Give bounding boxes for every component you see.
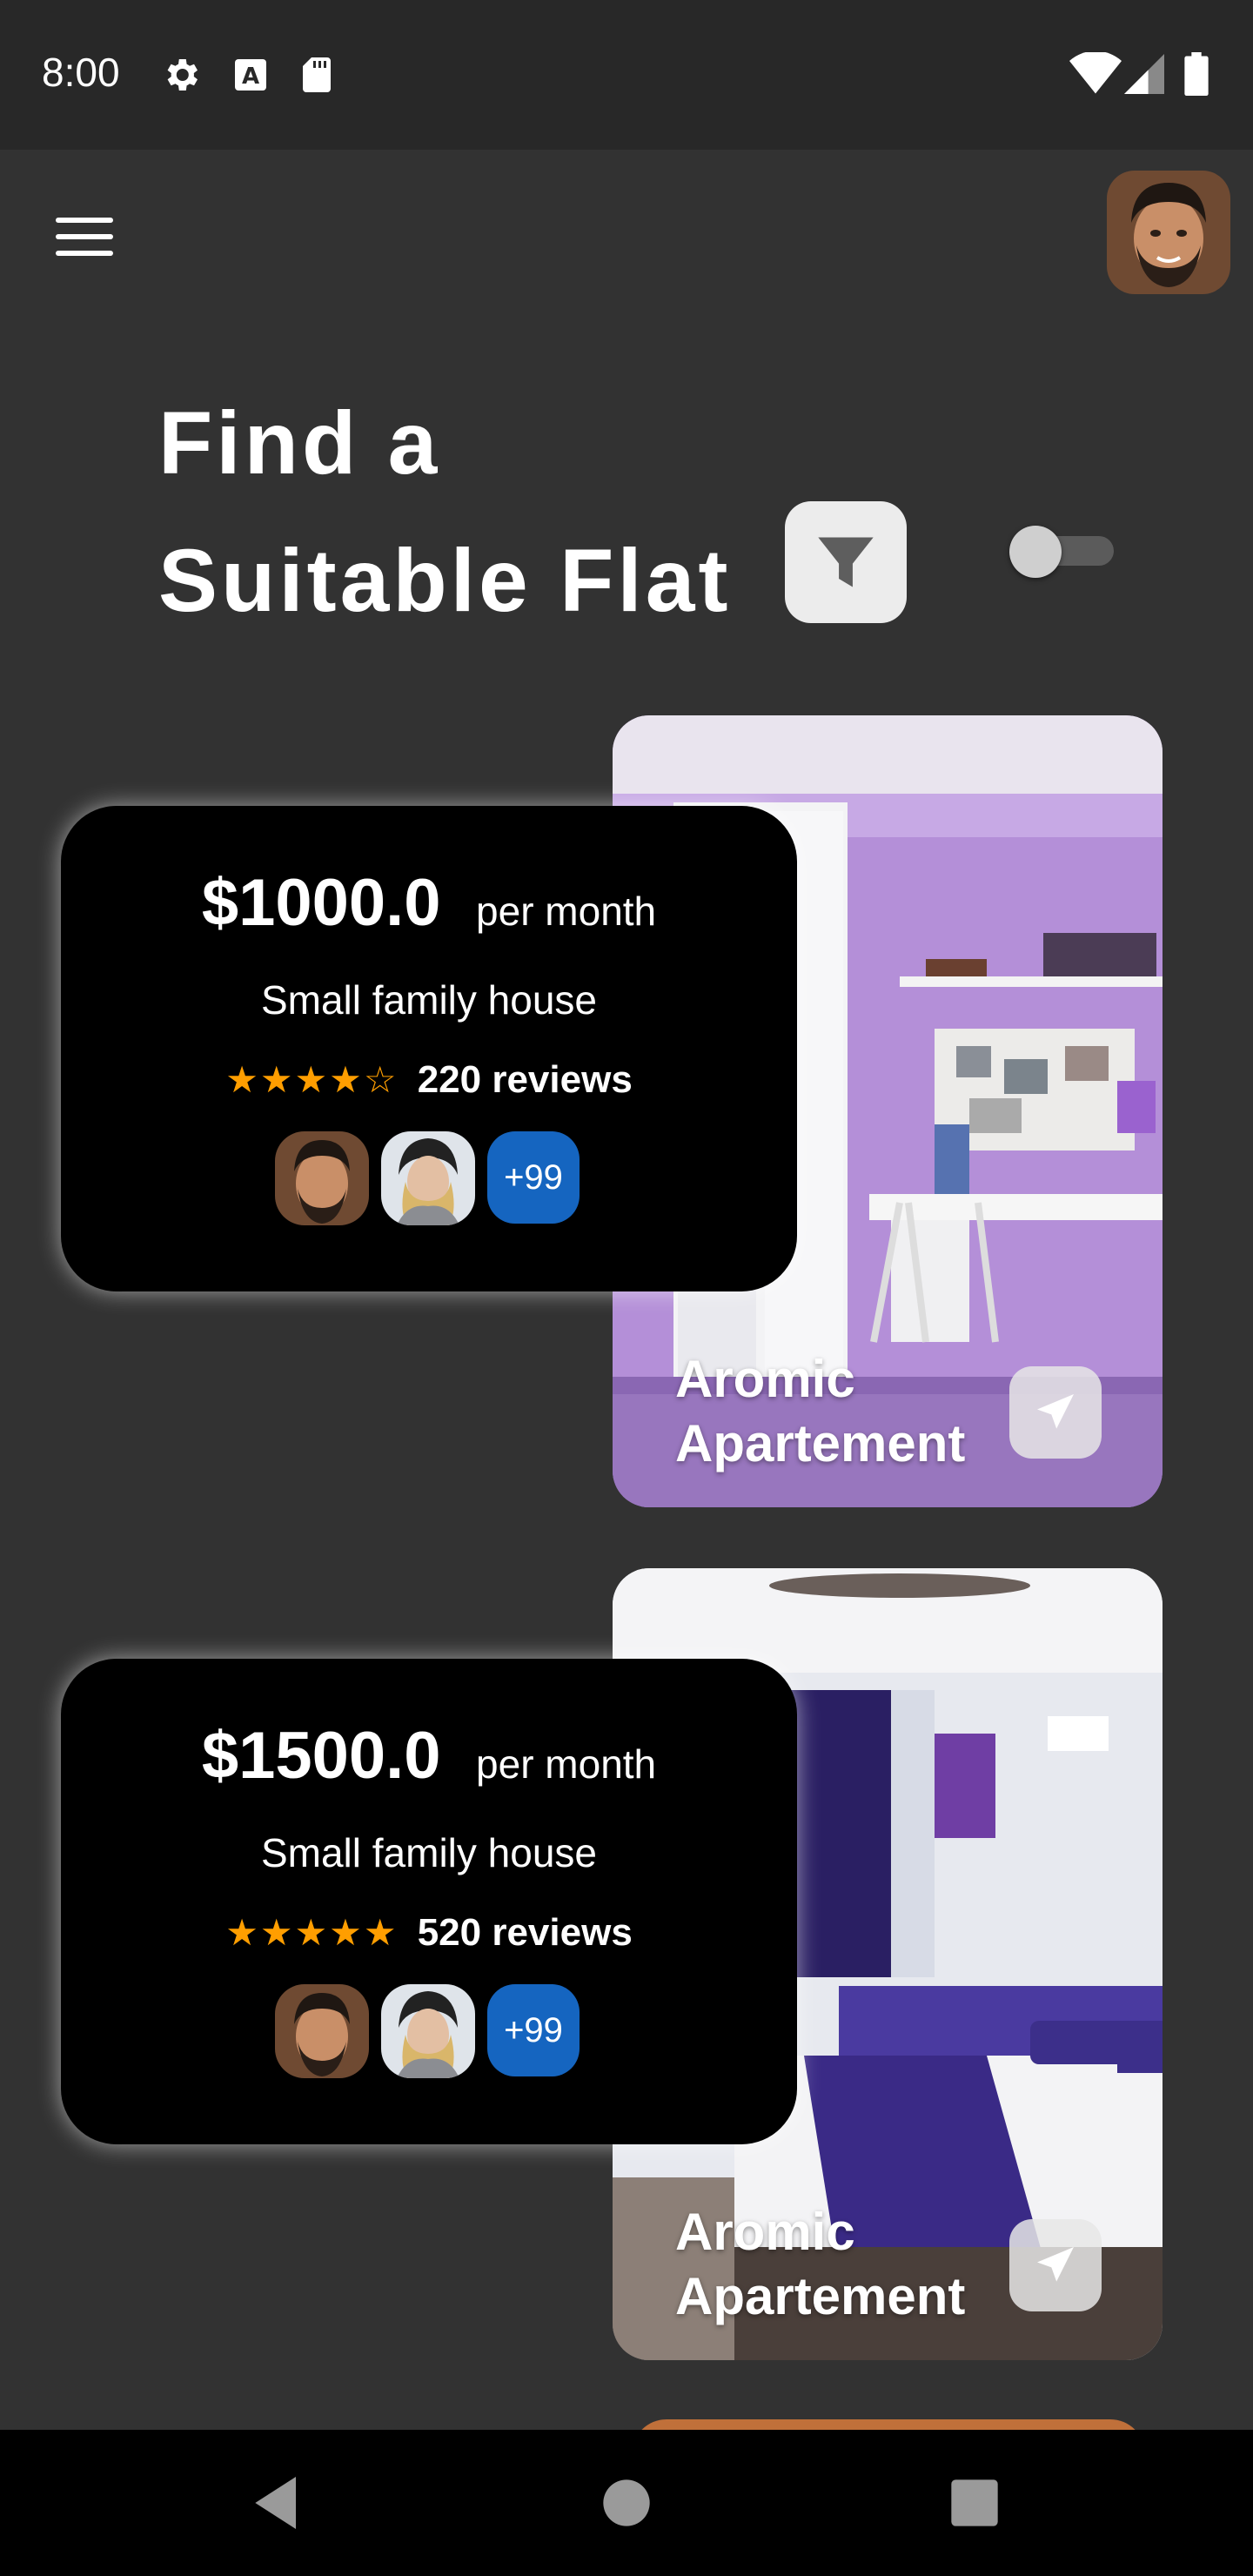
house-type: Small family house — [260, 977, 598, 1023]
home-icon[interactable] — [592, 2468, 661, 2538]
reviewer-avatar — [275, 1131, 369, 1225]
profile-avatar[interactable] — [1107, 171, 1230, 294]
reviewer-avatar — [381, 1984, 475, 2078]
star-rating: ★★★★★ — [225, 1912, 399, 1953]
wifi-icon — [1069, 52, 1122, 94]
listing-name: Aromic Apartement — [675, 1350, 966, 1472]
theme-toggle[interactable] — [1009, 526, 1119, 578]
system-nav-bar — [0, 2430, 1253, 2576]
font-a-icon: A — [235, 59, 266, 91]
filter-button[interactable] — [785, 501, 907, 623]
price: $1500.0 — [201, 1719, 441, 1793]
price-card[interactable]: $1000.0 per month Small family house ★★★… — [61, 806, 797, 1291]
toggle-thumb — [1009, 526, 1062, 578]
reviewer-avatar — [275, 1984, 369, 2078]
navigation-arrow-icon — [1037, 1394, 1074, 1429]
title-line-2: Suitable Flat — [158, 531, 732, 630]
title-line-1: Find a — [158, 393, 441, 493]
price-card[interactable]: $1500.0 per month Small family house ★★★… — [61, 1659, 797, 2144]
review-count: 220 reviews — [417, 1058, 633, 1101]
gear-icon — [167, 59, 198, 91]
signal-icon — [1124, 54, 1164, 94]
star-rating: ★★★★☆ — [225, 1059, 399, 1100]
battery-icon — [1184, 52, 1209, 96]
status-bar: 8:00 A — [0, 0, 1253, 150]
filter-icon — [818, 537, 874, 587]
navigation-arrow-icon — [1037, 2247, 1074, 2282]
house-type: Small family house — [260, 1830, 598, 1875]
back-icon[interactable] — [244, 2468, 313, 2538]
price-period: per month — [476, 1741, 657, 1787]
listing-card[interactable]: Aromic Apartement $1000.0 per month Smal… — [0, 715, 1253, 1516]
price: $1000.0 — [201, 866, 441, 940]
svg-text:A: A — [242, 64, 259, 90]
status-time: 8:00 — [42, 50, 120, 95]
listing-name: Aromic Apartement — [675, 2203, 966, 2325]
reviewer-avatar — [381, 1131, 475, 1225]
listing-card[interactable]: Aromic Apartement $1500.0 per month Smal… — [0, 1568, 1253, 2369]
page-title: Find a Suitable Flat — [158, 374, 731, 649]
navigate-button[interactable] — [1009, 1366, 1102, 1459]
more-reviewers-badge[interactable]: +99 — [487, 1984, 580, 2076]
more-reviewers-badge[interactable]: +99 — [487, 1131, 580, 1224]
hamburger-menu-icon[interactable] — [49, 209, 122, 265]
review-count: 520 reviews — [417, 1911, 633, 1954]
navigate-button[interactable] — [1009, 2219, 1102, 2311]
price-period: per month — [476, 889, 657, 934]
sd-card-icon — [303, 57, 331, 92]
recents-icon[interactable] — [940, 2468, 1009, 2538]
